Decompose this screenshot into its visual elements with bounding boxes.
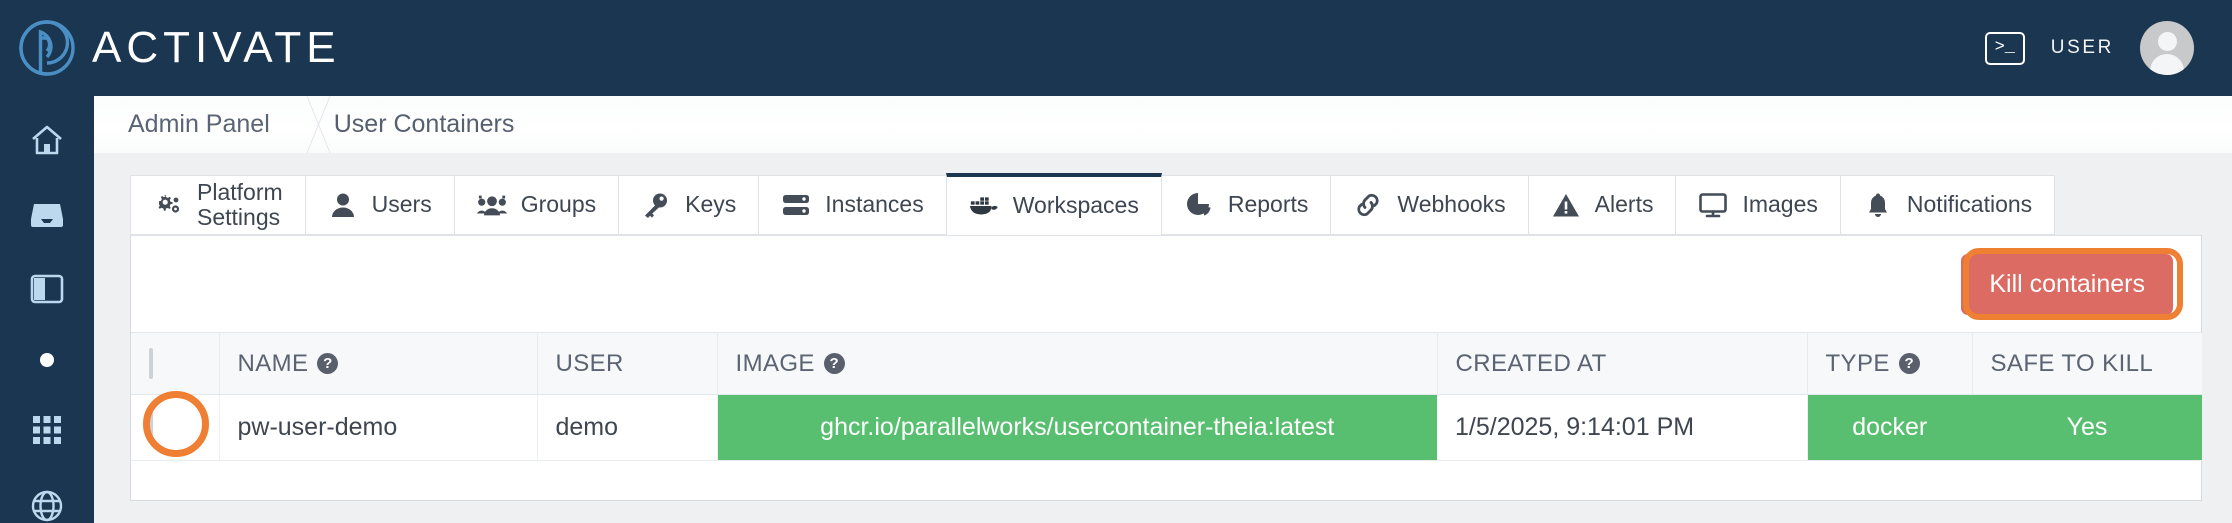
tab-label: Notifications — [1906, 191, 2033, 218]
tab-label: Platform Settings — [197, 178, 283, 231]
bell-icon — [1863, 192, 1893, 218]
cell-created-at: 1/5/2025, 9:14:01 PM — [1437, 394, 1808, 461]
cell-image: ghcr.io/parallelworks/usercontainer-thei… — [717, 394, 1437, 461]
tab-instances[interactable]: Instances — [758, 175, 946, 235]
sidebar-item-inbox[interactable] — [28, 200, 66, 230]
header-label: SAFE TO KILL — [1990, 349, 2154, 377]
tab-keys[interactable]: Keys — [618, 175, 759, 235]
user-icon — [328, 192, 358, 218]
avatar[interactable] — [2140, 21, 2194, 75]
header-user[interactable]: USER — [537, 332, 718, 395]
tab-label-line1: Platform — [197, 178, 283, 205]
brand-logo-link[interactable]: ACTIVATE — [18, 19, 341, 77]
tab-label: Groups — [520, 191, 597, 218]
sidebar-item-home[interactable] — [28, 124, 66, 156]
cogs-icon — [153, 193, 183, 217]
table-row[interactable]: pw-user-demo demo ghcr.io/parallelworks/… — [131, 394, 2202, 461]
sidebar-item-apps[interactable] — [28, 415, 66, 445]
table-header-row: NAME ? USER IMAGE ? CREATED AT TYPE ? SA… — [131, 332, 2202, 395]
kill-containers-button[interactable]: Kill containers — [1961, 253, 2173, 315]
cell-select — [131, 394, 220, 461]
header-label: IMAGE — [735, 349, 815, 377]
header-name[interactable]: NAME ? — [219, 332, 538, 395]
tab-label: Reports — [1227, 191, 1309, 218]
sidebar-item-globe[interactable] — [28, 489, 66, 523]
header-type[interactable]: TYPE ? — [1807, 332, 1973, 395]
warning-triangle-icon — [1551, 193, 1581, 218]
tab-reports[interactable]: Reports — [1161, 175, 1331, 235]
cell-type: docker — [1807, 394, 1972, 461]
help-icon[interactable]: ? — [1898, 353, 1920, 374]
tab-images[interactable]: Images — [1675, 175, 1840, 235]
header-label: USER — [555, 349, 624, 377]
tab-label: Users — [371, 191, 432, 218]
workspaces-panel: Kill containers NAME ? USER IMAGE ? CREA… — [130, 235, 2202, 501]
tab-workspaces[interactable]: Workspaces — [945, 173, 1162, 235]
user-menu-label[interactable]: USER — [2051, 37, 2114, 59]
tab-label: Webhooks — [1397, 191, 1506, 218]
sidebar-item-status-dot[interactable] — [28, 348, 66, 371]
tab-webhooks[interactable]: Webhooks — [1330, 175, 1528, 235]
top-navigation-bar: ACTIVATE >_ USER — [0, 0, 2232, 96]
header-label: TYPE — [1825, 349, 1890, 377]
brand-name: ACTIVATE — [92, 23, 341, 72]
help-icon[interactable]: ? — [317, 353, 339, 374]
header-select-all — [131, 332, 220, 395]
tab-label: Images — [1742, 191, 1818, 218]
tab-label: Alerts — [1594, 191, 1654, 218]
help-icon[interactable]: ? — [823, 353, 845, 374]
cell-safe-to-kill: Yes — [1972, 394, 2202, 461]
select-all-checkbox[interactable] — [149, 347, 153, 379]
chevron-separator-icon — [270, 96, 334, 153]
panel-toolbar: Kill containers — [131, 236, 2201, 332]
tab-label-line2: Settings — [197, 204, 281, 230]
main-content: Admin Panel User Containers Platform Set… — [94, 96, 2232, 523]
activate-spiral-p-logo — [18, 19, 76, 77]
breadcrumb-item-admin-panel[interactable]: Admin Panel — [128, 110, 270, 139]
cell-user: demo — [537, 394, 718, 461]
sidebar-item-panel[interactable] — [28, 274, 66, 304]
docker-whale-icon — [969, 195, 999, 217]
tab-label: Workspaces — [1012, 192, 1139, 219]
header-label: CREATED AT — [1455, 349, 1607, 377]
tab-platform-settings[interactable]: Platform Settings — [130, 175, 305, 235]
key-icon — [641, 192, 671, 218]
terminal-icon[interactable]: >_ — [1984, 31, 2025, 65]
row-select-checkbox[interactable] — [149, 411, 153, 443]
header-created-at[interactable]: CREATED AT — [1437, 332, 1808, 395]
left-sidebar — [0, 96, 94, 523]
tab-alerts[interactable]: Alerts — [1527, 175, 1676, 235]
pie-chart-icon — [1184, 192, 1214, 218]
terminal-glyph: >_ — [1994, 37, 2015, 57]
tab-notifications[interactable]: Notifications — [1839, 175, 2056, 235]
tab-users[interactable]: Users — [304, 175, 454, 235]
header-image[interactable]: IMAGE ? — [717, 332, 1438, 395]
link-chain-icon — [1353, 192, 1383, 218]
header-label: NAME — [237, 349, 309, 377]
cell-name: pw-user-demo — [219, 394, 538, 461]
monitor-icon — [1698, 192, 1728, 218]
tab-label: Instances — [825, 191, 924, 218]
tab-bar: Platform Settings Users Groups Keys Inst… — [130, 173, 2202, 235]
topbar-actions: >_ USER — [1984, 21, 2194, 75]
tab-label: Keys — [685, 191, 737, 218]
breadcrumb: Admin Panel User Containers — [94, 96, 2232, 153]
header-safe-to-kill[interactable]: SAFE TO KILL — [1972, 332, 2202, 395]
server-icon — [781, 193, 811, 217]
users-group-icon — [476, 193, 507, 217]
breadcrumb-item-user-containers[interactable]: User Containers — [334, 110, 515, 139]
tab-groups[interactable]: Groups — [453, 175, 619, 235]
user-containers-table: NAME ? USER IMAGE ? CREATED AT TYPE ? SA… — [131, 332, 2202, 461]
